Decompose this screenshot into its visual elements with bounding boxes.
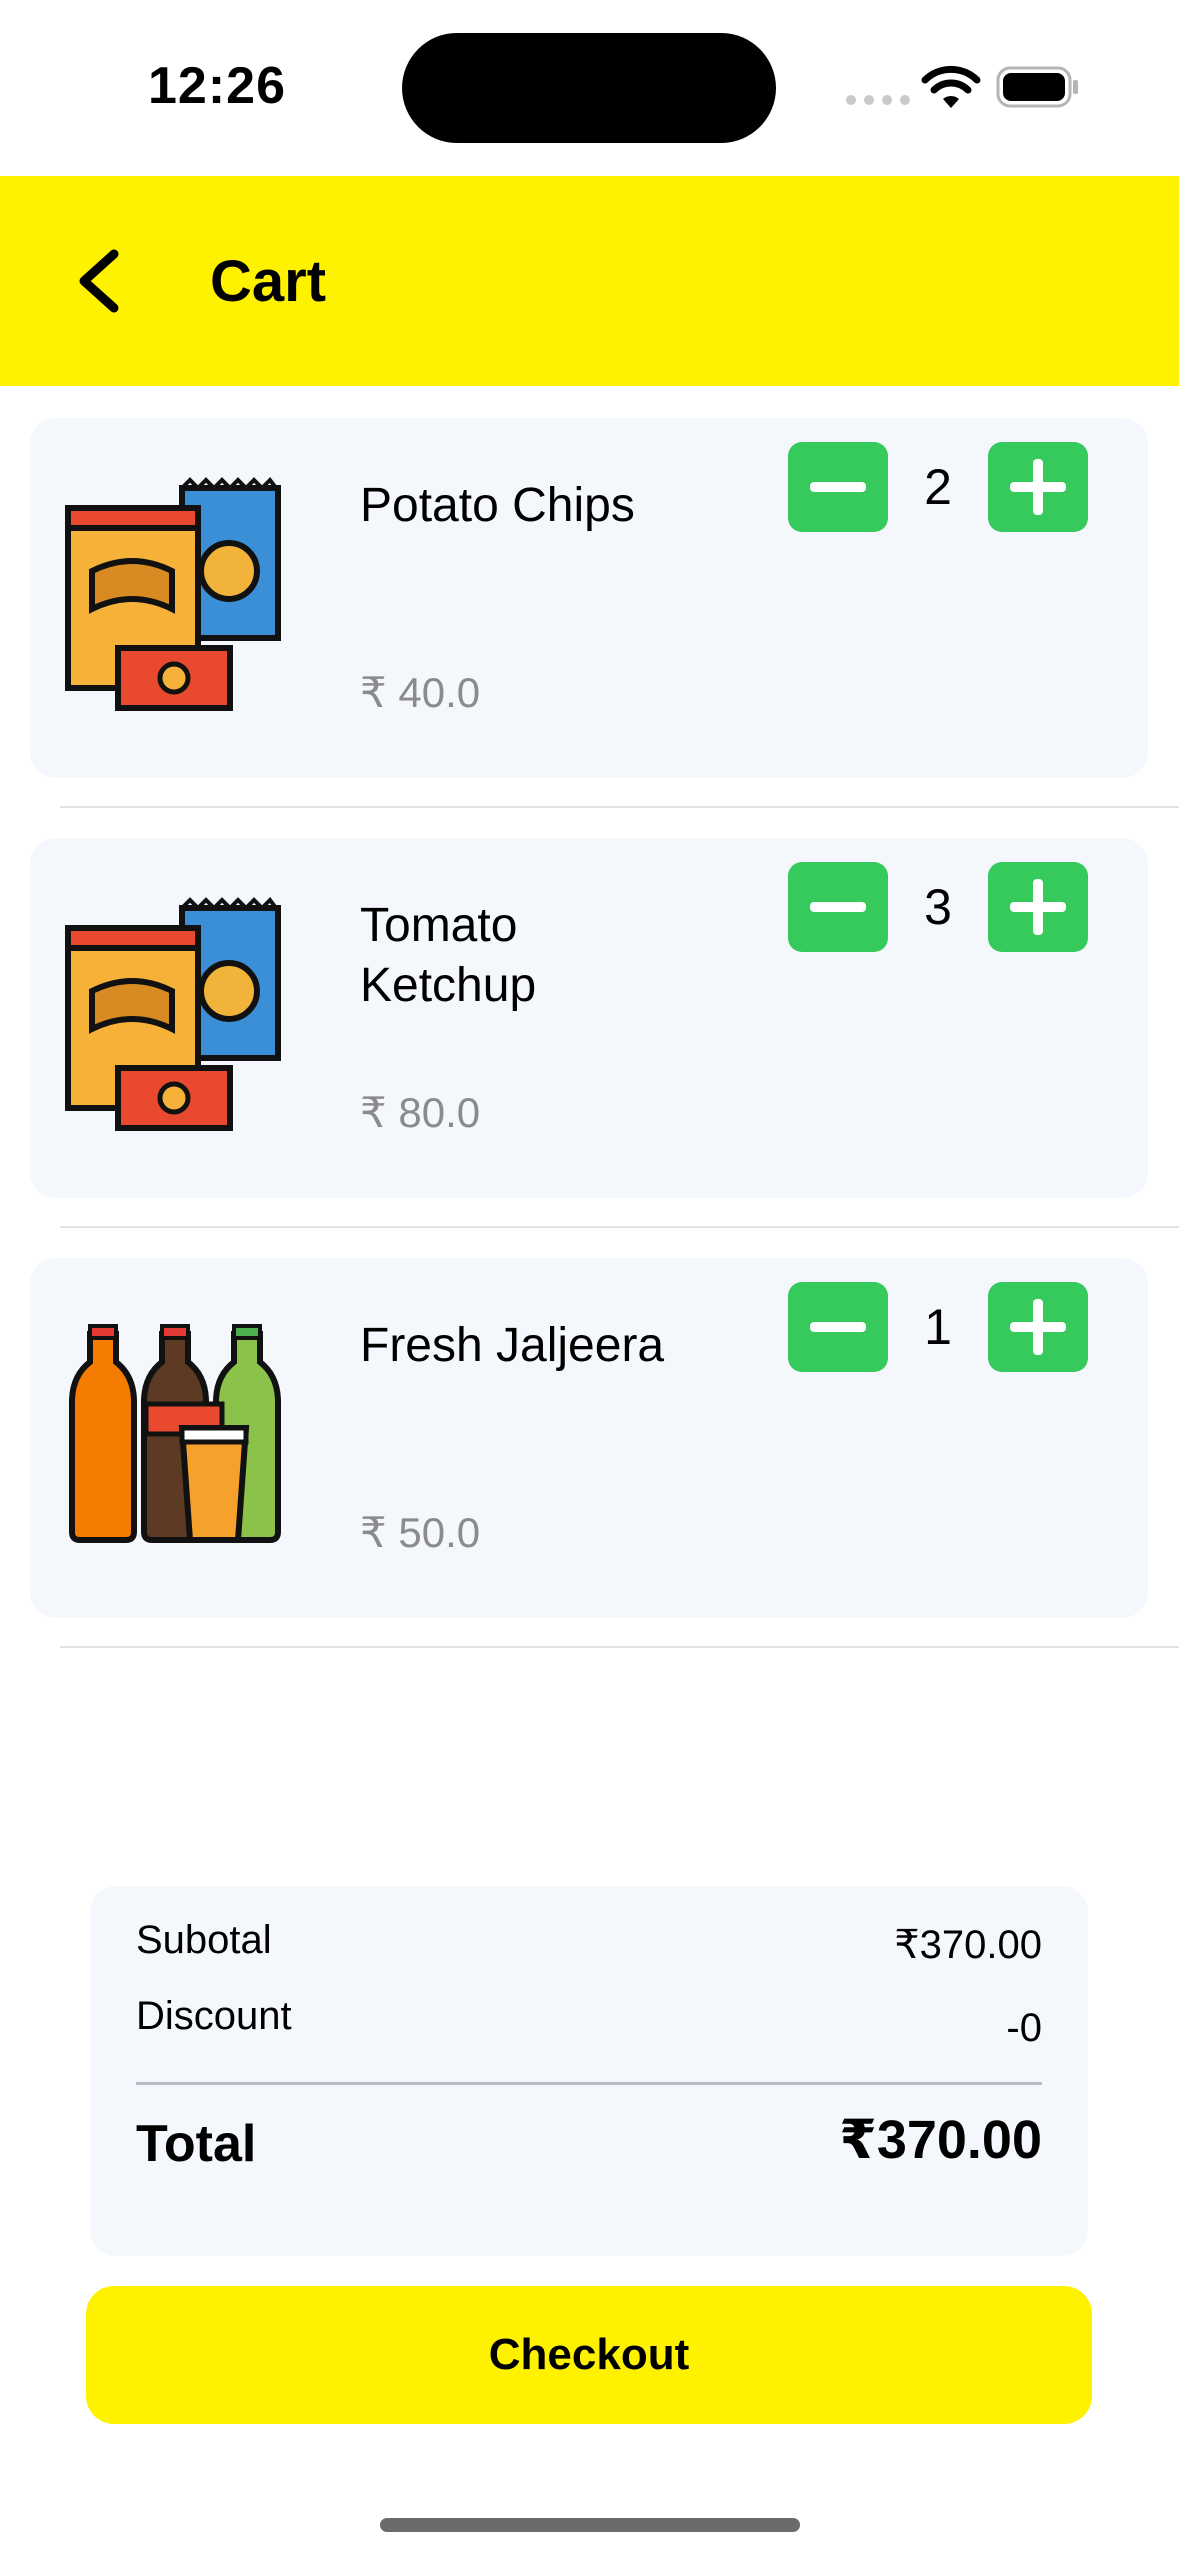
bottles-icon bbox=[69, 1324, 281, 1543]
divider bbox=[60, 1226, 1179, 1228]
quantity-value: 3 bbox=[924, 879, 952, 935]
summary-divider bbox=[136, 2082, 1042, 2085]
checkout-button[interactable]: Checkout bbox=[86, 2286, 1092, 2424]
minus-icon bbox=[810, 482, 866, 492]
decrease-quantity-button[interactable] bbox=[788, 1282, 888, 1372]
divider bbox=[60, 1646, 1179, 1648]
discount-value: -0 bbox=[1006, 2006, 1042, 2050]
item-name: Potato Chips bbox=[360, 479, 635, 532]
cart-item: Fresh Jaljeera ₹ 50.0 1 bbox=[30, 1258, 1148, 1618]
subtotal-value: ₹370.00 bbox=[894, 1923, 1042, 1967]
item-name: Tomato Ketchup bbox=[360, 899, 537, 1012]
increase-quantity-button[interactable] bbox=[988, 442, 1088, 532]
header: Cart bbox=[0, 176, 1179, 386]
minus-icon bbox=[810, 902, 866, 912]
minus-icon bbox=[810, 1322, 866, 1332]
status-time: 12:26 bbox=[148, 57, 286, 115]
cellular-signal-icon bbox=[846, 95, 910, 105]
item-price: ₹ 40.0 bbox=[360, 669, 481, 716]
chevron-left-icon[interactable] bbox=[70, 246, 130, 316]
item-price: ₹ 50.0 bbox=[360, 1509, 481, 1556]
order-summary: Subotal ₹370.00 Discount -0 Total ₹370.0… bbox=[90, 1886, 1088, 2256]
dynamic-island bbox=[402, 33, 776, 143]
cart-item: Tomato Ketchup ₹ 80.0 3 bbox=[30, 838, 1148, 1198]
plus-icon bbox=[1010, 879, 1066, 935]
total-label: Total bbox=[136, 2115, 257, 2173]
quantity-value: 2 bbox=[924, 459, 952, 515]
status-bar: 12:26 bbox=[0, 0, 1179, 176]
battery-icon bbox=[996, 66, 1078, 108]
subtotal-label: Subotal bbox=[136, 1918, 272, 1962]
wifi-icon bbox=[921, 65, 981, 108]
home-indicator[interactable] bbox=[380, 2518, 800, 2532]
plus-icon bbox=[1010, 1299, 1066, 1355]
quantity-value: 1 bbox=[924, 1299, 952, 1355]
cart-item: Potato Chips ₹ 40.0 2 bbox=[30, 418, 1148, 778]
divider bbox=[60, 806, 1179, 808]
decrease-quantity-button[interactable] bbox=[788, 442, 888, 532]
increase-quantity-button[interactable] bbox=[988, 862, 1088, 952]
chips-icon bbox=[65, 476, 281, 711]
chips-icon bbox=[65, 896, 281, 1131]
decrease-quantity-button[interactable] bbox=[788, 862, 888, 952]
increase-quantity-button[interactable] bbox=[988, 1282, 1088, 1372]
item-name: Fresh Jaljeera bbox=[360, 1319, 665, 1372]
total-value: ₹370.00 bbox=[839, 2110, 1042, 2170]
page-title: Cart bbox=[210, 249, 327, 314]
discount-label: Discount bbox=[136, 1994, 292, 2038]
plus-icon bbox=[1010, 459, 1066, 515]
item-price: ₹ 80.0 bbox=[360, 1089, 481, 1136]
